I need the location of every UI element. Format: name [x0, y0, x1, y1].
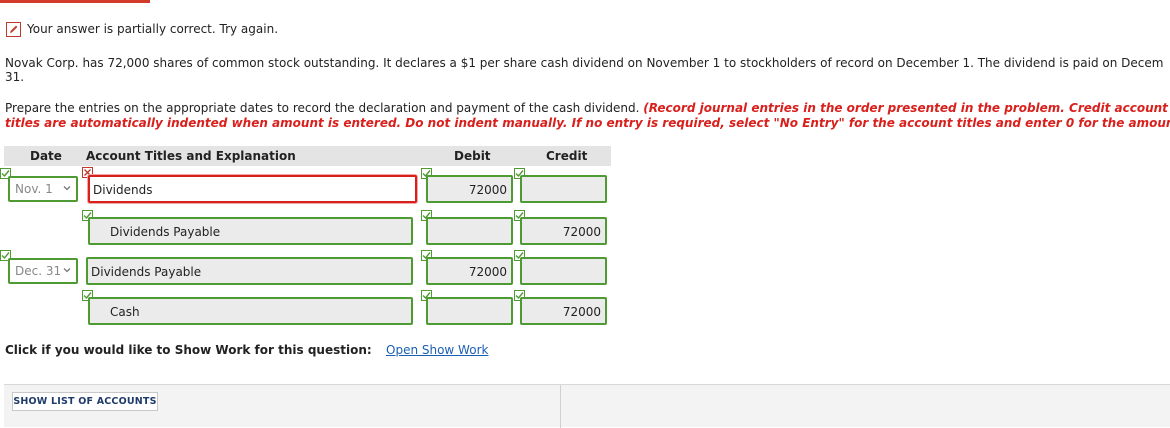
problem-text-line-1: Novak Corp. has 72,000 shares of common … — [5, 56, 1164, 70]
header-date: Date — [30, 149, 62, 163]
show-list-of-accounts-button[interactable]: SHOW LIST OF ACCOUNTS — [12, 392, 158, 411]
instructions-line-1: Prepare the entries on the appropriate d… — [5, 101, 1170, 116]
instructions-text: Prepare the entries on the appropriate d… — [5, 101, 644, 115]
account-input-row-4[interactable]: Cash — [88, 297, 413, 325]
date-select-row-1[interactable]: Nov. 1 — [8, 176, 78, 202]
debit-input-row-4[interactable] — [426, 297, 513, 325]
bottom-panel: SHOW LIST OF ACCOUNTS — [4, 384, 1170, 428]
debit-input-row-3[interactable]: 72000 — [426, 257, 513, 285]
header-credit: Credit — [546, 149, 588, 163]
header-debit: Debit — [454, 149, 491, 163]
header-account: Account Titles and Explanation — [86, 149, 296, 163]
pencil-edit-icon — [6, 21, 21, 37]
debit-input-row-2[interactable] — [426, 217, 513, 245]
credit-input-row-4[interactable]: 72000 — [520, 297, 607, 325]
show-work-prompt: Click if you would like to Show Work for… — [5, 343, 372, 357]
account-input-row-1[interactable]: Dividends — [88, 175, 417, 203]
panel-divider — [560, 385, 561, 428]
problem-text-line-2: 31. — [5, 70, 25, 84]
top-header-strip — [0, 0, 150, 3]
date-select-row-3[interactable]: Dec. 31 — [8, 258, 78, 284]
instructions-note-1: (Record journal entries in the order pre… — [643, 101, 1168, 115]
open-show-work-link[interactable]: Open Show Work — [386, 343, 488, 357]
date-value: Nov. 1 — [15, 182, 53, 196]
answer-status: Your answer is partially correct. Try ag… — [6, 21, 278, 37]
account-input-row-3[interactable]: Dividends Payable — [86, 257, 413, 285]
instructions-note-2: titles are automatically indented when a… — [5, 116, 1170, 130]
chevron-down-icon — [63, 186, 71, 191]
credit-input-row-2[interactable]: 72000 — [520, 217, 607, 245]
account-input-row-2[interactable]: Dividends Payable — [88, 217, 413, 245]
credit-input-row-1[interactable] — [520, 175, 607, 203]
credit-input-row-3[interactable] — [520, 257, 607, 285]
status-message: Your answer is partially correct. Try ag… — [27, 22, 279, 36]
chevron-down-icon — [63, 268, 71, 273]
date-value: Dec. 31 — [15, 264, 62, 278]
debit-input-row-1[interactable]: 72000 — [426, 175, 513, 203]
journal-table-header: Date Account Titles and Explanation Debi… — [4, 146, 611, 166]
